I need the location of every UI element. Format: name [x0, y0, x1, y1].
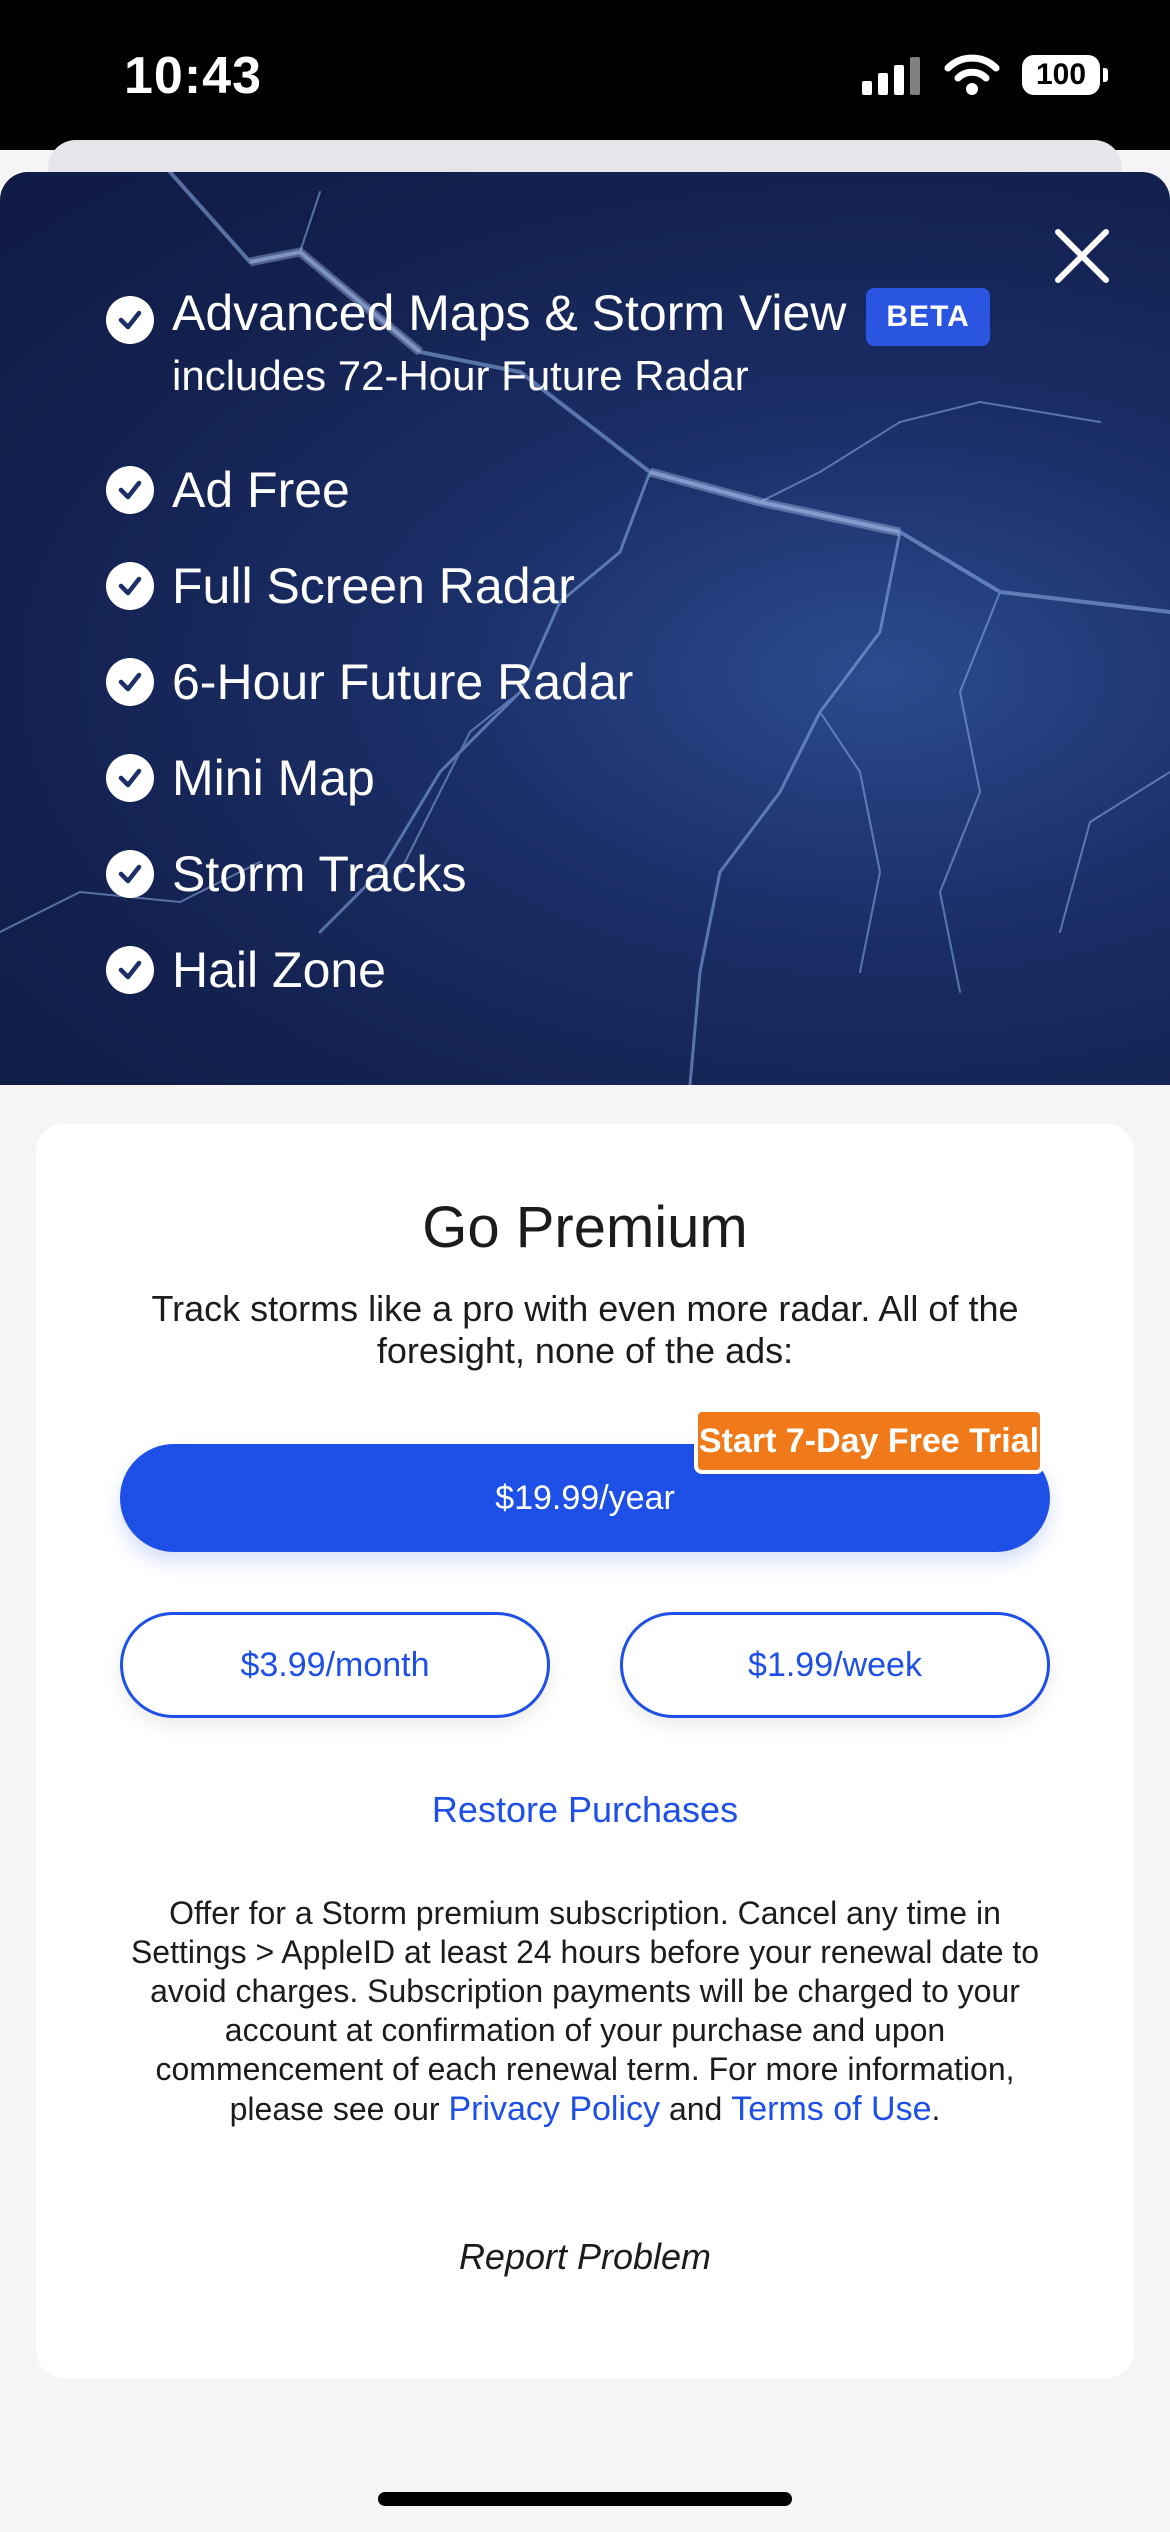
cellular-signal-icon: [862, 57, 920, 95]
checkmark-icon: [106, 658, 154, 706]
home-indicator: [378, 2492, 792, 2506]
feature-item: Hail Zone: [106, 922, 990, 1018]
premium-hero: Advanced Maps & Storm View BETA includes …: [0, 172, 1170, 1085]
feature-label: Mini Map: [172, 749, 375, 806]
weekly-plan-label: $1.99/week: [748, 1645, 922, 1684]
feature-label: Hail Zone: [172, 941, 386, 998]
terms-of-use-link[interactable]: Terms of Use: [731, 2090, 931, 2128]
legal-and-text: and: [660, 2091, 732, 2128]
checkmark-icon: [106, 754, 154, 802]
legal-disclaimer: Offer for a Storm premium subscription. …: [116, 1894, 1054, 2131]
close-button[interactable]: [1050, 224, 1114, 288]
card-title: Go Premium: [422, 1195, 748, 1260]
feature-item: Ad Free: [106, 442, 990, 538]
feature-label: Full Screen Radar: [172, 557, 575, 614]
status-bar: 10:43 100: [0, 0, 1170, 150]
feature-sublabel: includes 72-Hour Future Radar: [172, 351, 749, 399]
battery-icon: 100: [1022, 55, 1108, 95]
checkmark-icon: [106, 562, 154, 610]
feature-item: 6-Hour Future Radar: [106, 634, 990, 730]
feature-label: Ad Free: [172, 461, 350, 518]
feature-label: 6-Hour Future Radar: [172, 653, 634, 710]
feature-item: Storm Tracks: [106, 826, 990, 922]
card-subtitle: Track storms like a pro with even more r…: [151, 1288, 1019, 1372]
status-time: 10:43: [124, 47, 262, 105]
checkmark-icon: [106, 466, 154, 514]
free-trial-badge: Start 7-Day Free Trial: [694, 1408, 1044, 1474]
premium-card: Go Premium Track storms like a pro with …: [36, 1124, 1134, 2378]
feature-list: Advanced Maps & Storm View BETA includes …: [106, 282, 990, 1018]
checkmark-icon: [106, 850, 154, 898]
feature-label: Storm Tracks: [172, 845, 467, 902]
checkmark-icon: [106, 296, 154, 344]
privacy-policy-link[interactable]: Privacy Policy: [448, 2090, 660, 2128]
status-icons: 100: [862, 54, 1108, 96]
restore-purchases-link[interactable]: Restore Purchases: [36, 1789, 1134, 1831]
feature-item: Full Screen Radar: [106, 538, 990, 634]
feature-item: Advanced Maps & Storm View BETA includes …: [106, 282, 990, 442]
wifi-icon: [944, 54, 1000, 95]
monthly-plan-button[interactable]: $3.99/month: [120, 1612, 550, 1718]
yearly-plan-label: $19.99/year: [495, 1478, 675, 1517]
close-icon: [1055, 229, 1109, 283]
checkmark-icon: [106, 946, 154, 994]
weekly-plan-button[interactable]: $1.99/week: [620, 1612, 1050, 1718]
feature-item: Mini Map: [106, 730, 990, 826]
report-problem-link[interactable]: Report Problem: [36, 2236, 1134, 2278]
feature-label: Advanced Maps & Storm View: [172, 285, 847, 341]
legal-period: .: [931, 2091, 941, 2128]
monthly-plan-label: $3.99/month: [240, 1645, 430, 1684]
beta-badge: BETA: [866, 288, 990, 346]
